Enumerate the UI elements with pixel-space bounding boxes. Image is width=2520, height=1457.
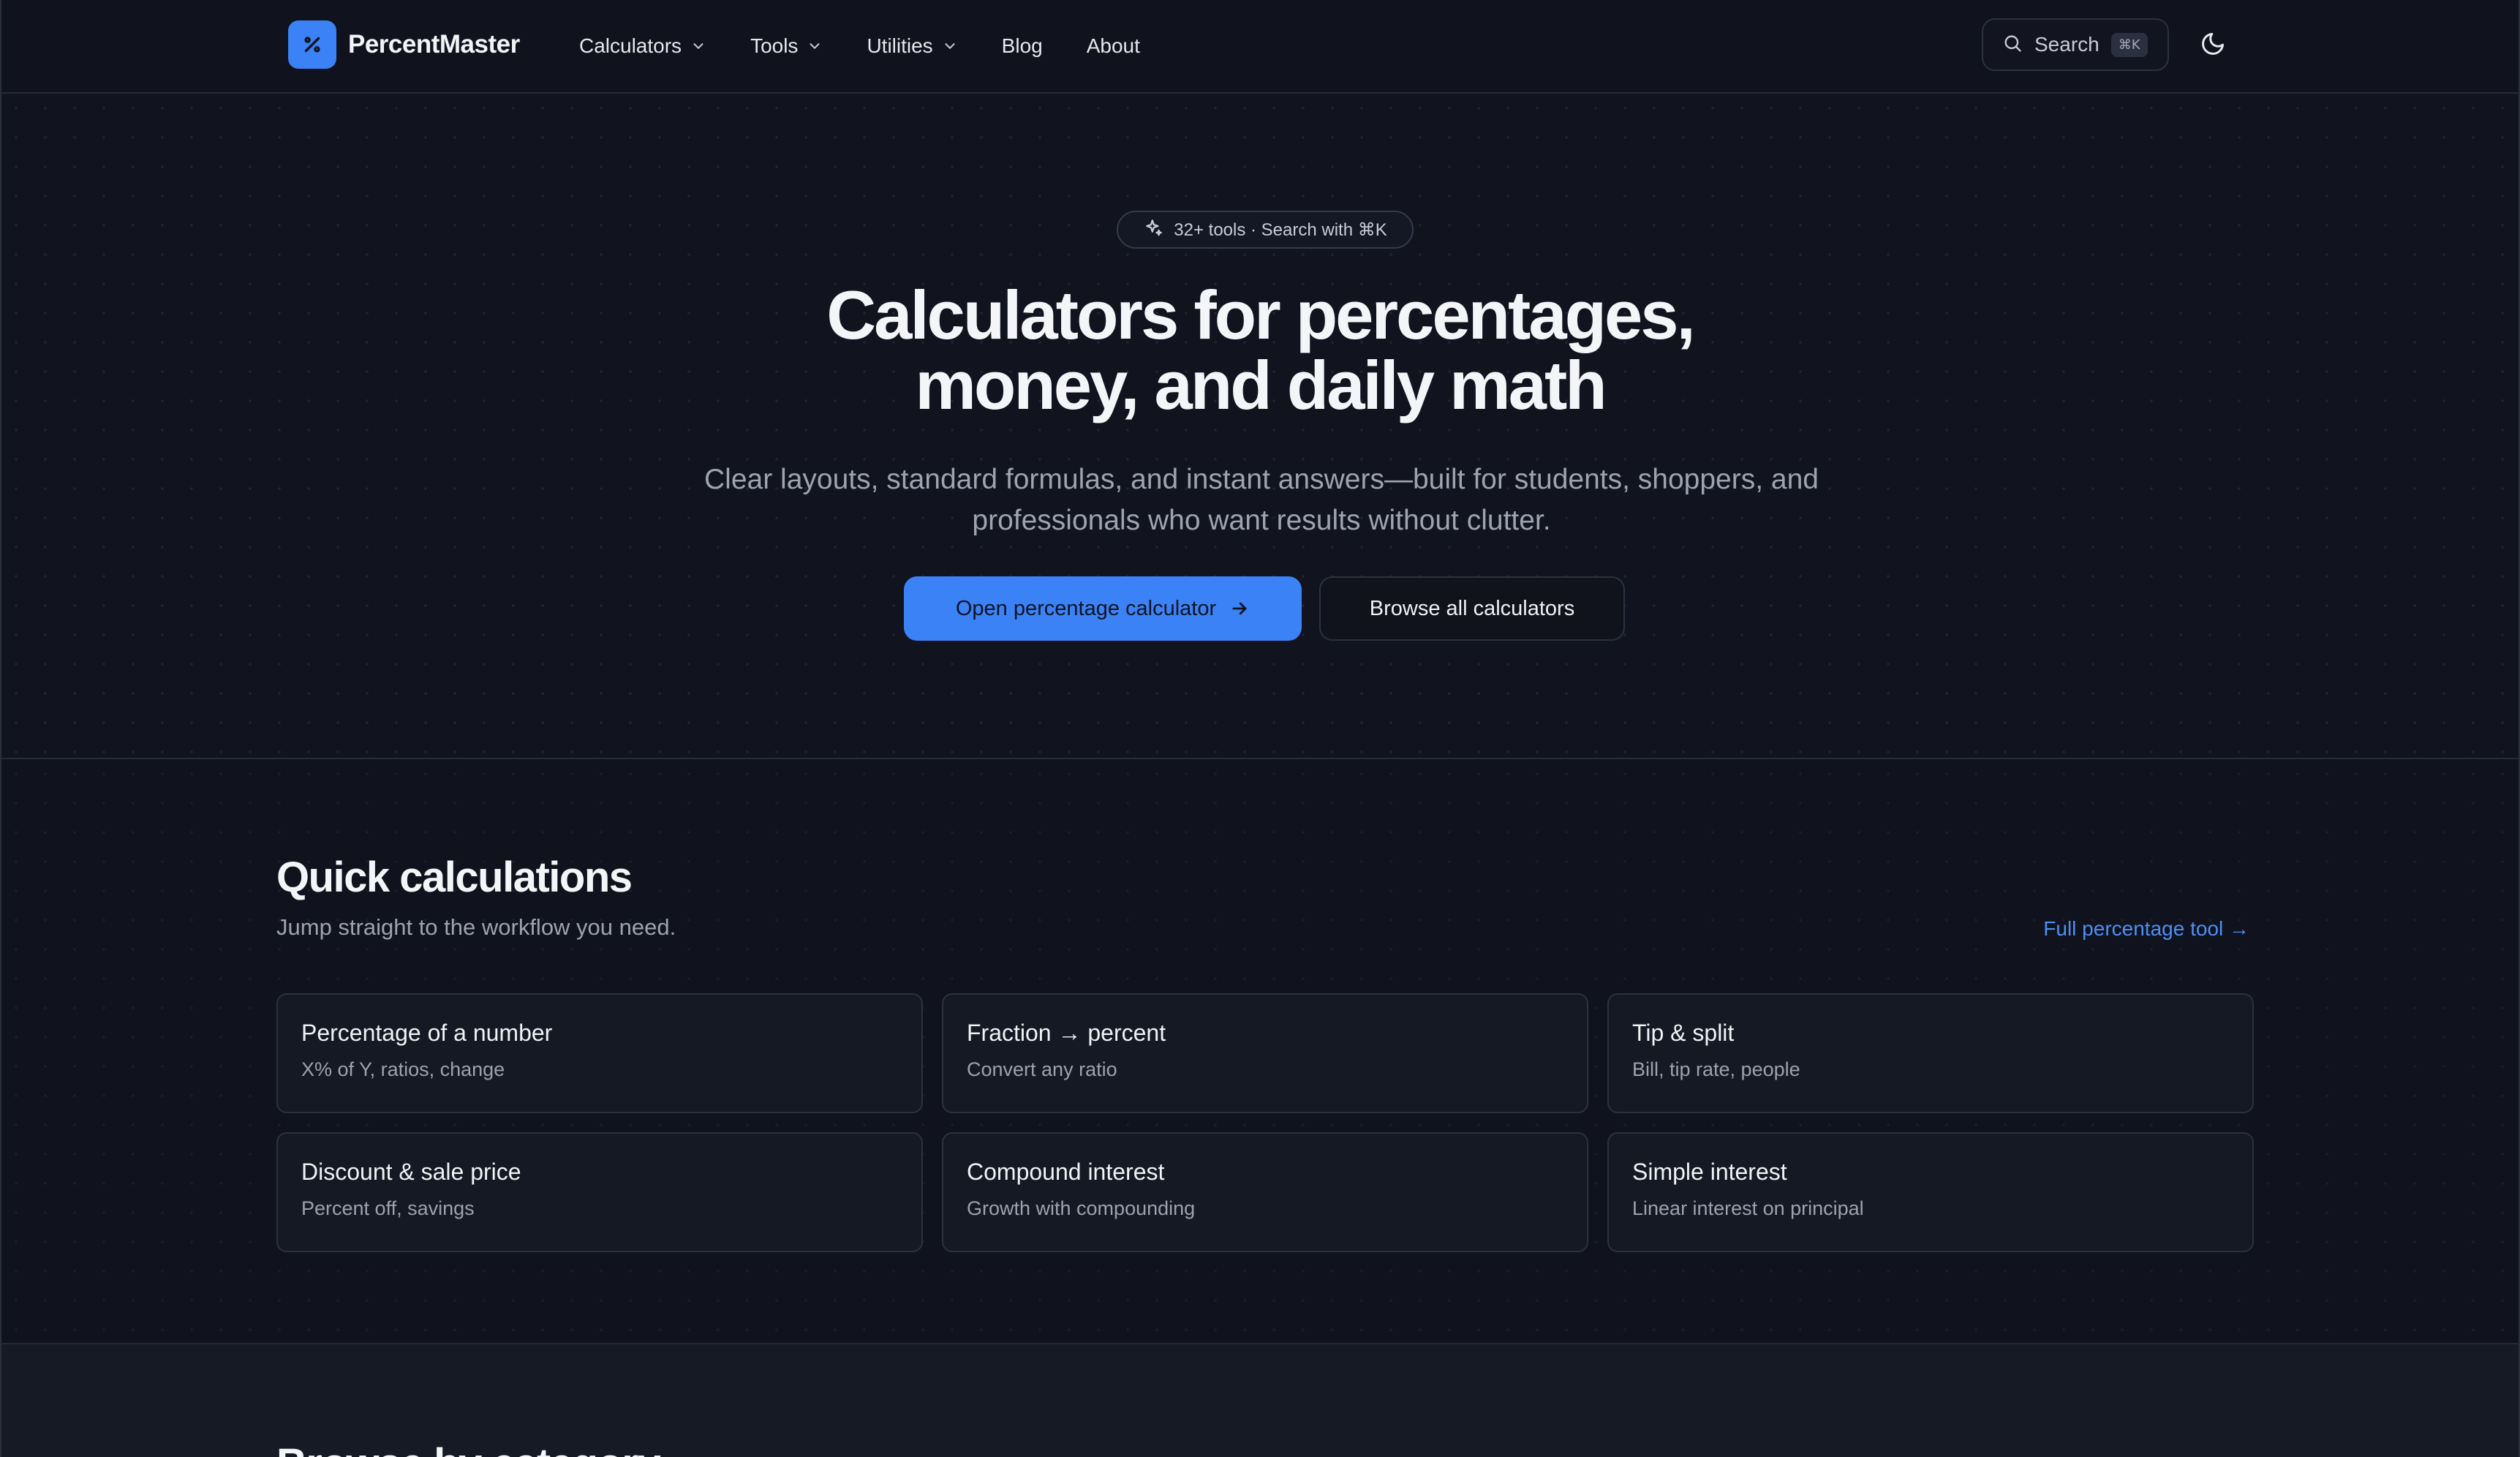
quick-card[interactable]: Tip & split Bill, tip rate, people bbox=[1607, 993, 2254, 1113]
card-description: Growth with compounding bbox=[967, 1197, 1196, 1219]
hero-title-line-1: Calculators for percentages, bbox=[826, 276, 1695, 353]
brand-logo-link[interactable]: PercentMaster bbox=[288, 20, 520, 69]
open-percentage-calculator-button[interactable]: Open percentage calculator bbox=[904, 576, 1302, 641]
card-description: Convert any ratio bbox=[967, 1058, 1117, 1080]
nav-item-tools[interactable]: Tools bbox=[750, 34, 823, 58]
nav-item-utilities[interactable]: Utilities bbox=[867, 34, 957, 58]
top-nav: PercentMaster Calculators Tools Utilitie… bbox=[1, 0, 2519, 94]
badge-text: 32+ tools · Search with ⌘K bbox=[1174, 219, 1387, 240]
primary-cta-label: Open percentage calculator bbox=[955, 596, 1217, 620]
section-title: Browse by category bbox=[276, 1439, 661, 1457]
full-percentage-tool-link[interactable]: Full percentage tool → bbox=[2043, 917, 2249, 941]
card-description: Bill, tip rate, people bbox=[1632, 1058, 1800, 1080]
nav-item-label: Utilities bbox=[867, 34, 933, 57]
hero-title: Calculators for percentages, money, and … bbox=[1, 280, 2519, 421]
quick-card[interactable]: Compound interest Growth with compoundin… bbox=[942, 1132, 1588, 1252]
card-description: Percent off, savings bbox=[301, 1197, 475, 1219]
card-description: Linear interest on principal bbox=[1632, 1197, 1864, 1219]
nav-item-label: About bbox=[1086, 34, 1140, 57]
hero-subtitle: Clear layouts, standard formulas, and in… bbox=[704, 464, 1819, 536]
search-button[interactable]: Search ⌘K bbox=[1982, 18, 2169, 71]
main-nav: Calculators Tools Utilities Blog About bbox=[579, 0, 1184, 92]
brand-name: PercentMaster bbox=[348, 30, 520, 59]
browse-all-calculators-button[interactable]: Browse all calculators bbox=[1319, 576, 1625, 641]
theme-toggle-button[interactable] bbox=[2197, 29, 2229, 61]
moon-icon bbox=[2200, 31, 2226, 61]
quick-card[interactable]: Percentage of a number X% of Y, ratios, … bbox=[276, 993, 923, 1113]
card-title: Simple interest bbox=[1632, 1159, 1787, 1185]
search-shortcut-badge: ⌘K bbox=[2110, 32, 2148, 57]
secondary-cta-label: Browse all calculators bbox=[1369, 596, 1575, 620]
chevron-down-icon bbox=[690, 38, 706, 54]
quick-cards-grid: Percentage of a number X% of Y, ratios, … bbox=[276, 993, 2254, 1252]
tools-count-badge: 32+ tools · Search with ⌘K bbox=[1117, 211, 1414, 249]
nav-item-calculators[interactable]: Calculators bbox=[579, 34, 706, 58]
search-icon bbox=[2002, 33, 2023, 57]
quick-card[interactable]: Fraction → percent Convert any ratio bbox=[942, 993, 1588, 1113]
quick-card[interactable]: Simple interest Linear interest on princ… bbox=[1607, 1132, 2254, 1252]
quick-card[interactable]: Discount & sale price Percent off, savin… bbox=[276, 1132, 923, 1252]
arrow-right-icon bbox=[1229, 598, 1250, 619]
percent-icon bbox=[288, 20, 336, 69]
page: PercentMaster Calculators Tools Utilitie… bbox=[0, 0, 2520, 1457]
search-label: Search bbox=[2034, 33, 2100, 56]
sparkle-icon bbox=[1143, 218, 1163, 242]
quick-calculations-section: Quick calculations Jump straight to the … bbox=[1, 759, 2519, 1344]
hero-title-line-2: money, and daily math bbox=[915, 347, 1607, 423]
card-title: Discount & sale price bbox=[301, 1159, 521, 1185]
chevron-down-icon bbox=[807, 38, 823, 54]
card-title: Fraction → percent bbox=[967, 1020, 1166, 1046]
card-title: Compound interest bbox=[967, 1159, 1165, 1185]
nav-item-label: Tools bbox=[750, 34, 799, 57]
card-description: X% of Y, ratios, change bbox=[301, 1058, 505, 1080]
nav-item-label: Calculators bbox=[579, 34, 682, 57]
section-title: Quick calculations bbox=[276, 854, 633, 901]
nav-item-label: Blog bbox=[1001, 34, 1043, 57]
nav-item-blog[interactable]: Blog bbox=[1002, 34, 1043, 58]
nav-item-about[interactable]: About bbox=[1087, 34, 1140, 58]
chevron-down-icon bbox=[942, 38, 958, 54]
card-title: Tip & split bbox=[1632, 1020, 1735, 1046]
browse-by-category-section: Browse by category bbox=[1, 1344, 2519, 1457]
section-subtitle: Jump straight to the workflow you need. bbox=[276, 914, 676, 940]
hero-section: 32+ tools · Search with ⌘K Calculators f… bbox=[1, 94, 2519, 759]
card-title: Percentage of a number bbox=[301, 1020, 553, 1046]
